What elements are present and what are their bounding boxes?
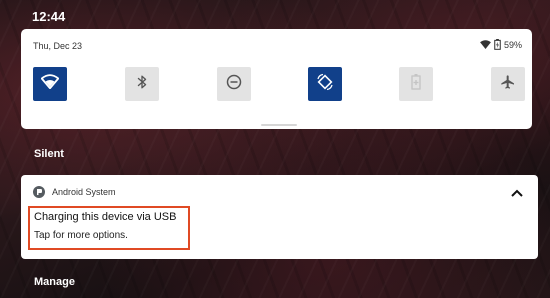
- battery-percent: 59%: [503, 39, 522, 50]
- chevron-up-icon[interactable]: [510, 185, 524, 203]
- wifi-icon: [40, 74, 60, 94]
- usb-charging-notification[interactable]: Android System Charging this device via …: [21, 175, 538, 259]
- bluetooth-tile[interactable]: [125, 67, 159, 101]
- notification-text: Tap for more options.: [34, 230, 128, 241]
- airplane-icon: [500, 74, 516, 95]
- auto-rotate-icon: [316, 73, 334, 96]
- wifi-status-icon: [480, 40, 491, 49]
- battery-saver-tile[interactable]: [399, 67, 433, 101]
- qs-date: Thu, Dec 23: [33, 41, 83, 51]
- status-bar-time: 12:44: [32, 9, 66, 24]
- panel-drag-handle[interactable]: [261, 124, 297, 126]
- battery-status-icon: [494, 39, 501, 50]
- qs-status-icons: 59%: [480, 39, 522, 50]
- battery-saver-icon: [411, 73, 421, 95]
- notification-header: Android System: [33, 186, 116, 198]
- notification-title: Charging this device via USB: [34, 211, 177, 223]
- do-not-disturb-tile[interactable]: [217, 67, 251, 101]
- android-system-icon: [33, 186, 45, 198]
- do-not-disturb-icon: [226, 74, 242, 95]
- manage-button[interactable]: Manage: [34, 276, 75, 288]
- airplane-mode-tile[interactable]: [491, 67, 525, 101]
- wifi-tile[interactable]: [33, 67, 67, 101]
- silent-section-header: Silent: [34, 148, 64, 160]
- quick-settings-panel: Thu, Dec 23 59%: [21, 29, 532, 129]
- notification-app-name: Android System: [52, 187, 116, 197]
- auto-rotate-tile[interactable]: [308, 67, 342, 101]
- bluetooth-icon: [136, 74, 148, 95]
